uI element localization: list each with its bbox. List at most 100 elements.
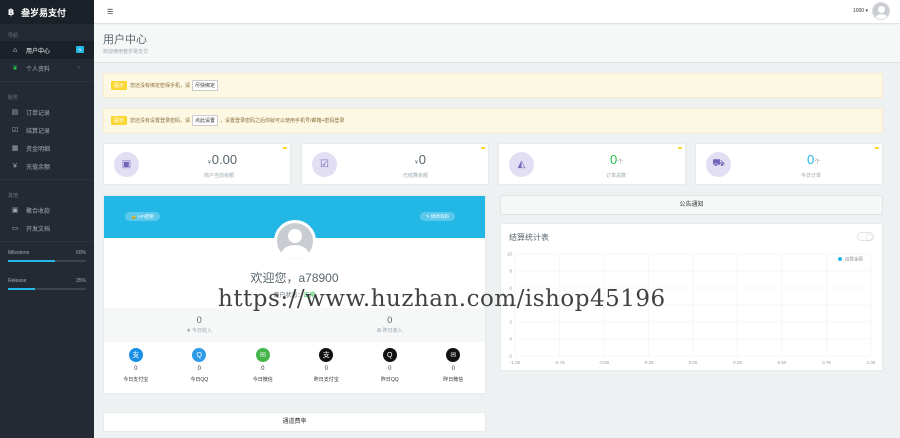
- payment-stat: ✉ 0 今日微信: [231, 348, 295, 394]
- payment-stat: Q 0 今日QQ: [168, 348, 232, 394]
- income-row: 0 ✚ 今日收入 0 ✪ 昨日收入: [104, 308, 485, 342]
- currency-symbol: ¥: [208, 160, 211, 166]
- list-icon: ▤: [11, 109, 19, 116]
- sidebar-item-label: 订单记录: [26, 110, 51, 117]
- sidebar-item-aggregate[interactable]: ▣ 聚合收款: [0, 201, 94, 219]
- sidebar-item-label: 充值余额: [26, 164, 51, 171]
- leaf-icon: ❦: [12, 65, 18, 72]
- stat-value: 0个: [610, 152, 623, 167]
- cart-icon: ⛟: [706, 152, 731, 177]
- payment-label: 昨日QQ: [380, 377, 399, 383]
- calendar-icon: ▦: [11, 145, 19, 152]
- page-subtitle: 欢迎使用叁岁易支付: [103, 49, 149, 55]
- stat-label: 订单总数: [606, 173, 627, 179]
- release-fill: [8, 288, 36, 290]
- payment-stat: Q 0 昨日QQ: [358, 348, 422, 394]
- sidebar-item-label: 结算记录: [26, 128, 51, 135]
- doc-icon: ▭: [11, 225, 19, 232]
- today-income-value: 0: [196, 315, 202, 325]
- x-tick-label: 0.25: [733, 360, 742, 365]
- brand[interactable]: ฿ 叁岁易支付: [0, 0, 94, 24]
- sidebar-item-label: 资金明细: [26, 146, 51, 153]
- brand-name: 叁岁易支付: [21, 7, 67, 18]
- sidebar: ฿ 叁岁易支付 导航 ⌂ 用户中心 N ❦ 个人资料 › 服务 ▤ 订单记录 ☑…: [0, 0, 94, 438]
- nav-section-label: 其他: [8, 193, 19, 199]
- new-badge: N: [76, 46, 84, 53]
- bind-phone-button[interactable]: 尽快绑定: [192, 80, 219, 91]
- corner-mark: [678, 147, 682, 149]
- x-tick-label: -1.00: [510, 360, 521, 365]
- milestone-pct: 60%: [75, 250, 86, 256]
- release-bar: [8, 288, 86, 290]
- sidebar-item-user-center[interactable]: ⌂ 用户中心 N: [0, 41, 94, 59]
- qq-icon: Q: [382, 348, 397, 362]
- payment-value: 0: [388, 366, 392, 372]
- api-key-button[interactable]: 🔒 API密钥: [125, 212, 160, 221]
- today-income: 0 ✚ 今日收入: [104, 308, 295, 342]
- y-tick-label: 8: [509, 269, 512, 274]
- payment-stats: 支 0 今日支付宝 Q 0 今日QQ ✉ 0 今日微信 支 0 昨日支付宝 Q 0 昨日QQ ✉ 0 昨日微信: [104, 348, 485, 394]
- alert-text: 您还没有设置登录密码，请: [130, 118, 191, 124]
- stat-unit: 个: [617, 160, 624, 166]
- sidebar-item-funds[interactable]: ▦ 资金明细: [0, 139, 94, 157]
- user-menu[interactable]: 1000 ▾: [853, 2, 890, 20]
- sidebar-item-profile[interactable]: ❦ 个人资料 ›: [0, 59, 94, 77]
- alert-tag: 提示: [111, 81, 128, 90]
- corner-mark: [875, 147, 879, 149]
- alert-text: 您还没有绑定密保手机，请: [130, 83, 191, 89]
- release-label: Release: [8, 278, 27, 284]
- chart-title: 结算统计表: [509, 233, 549, 242]
- sidebar-item-docs[interactable]: ▭ 开发文档: [0, 219, 94, 237]
- stat-label: 商户当前余额: [204, 173, 235, 179]
- area-chart-icon: ◭: [509, 152, 534, 177]
- stat-value: ¥0.00: [208, 152, 237, 167]
- x-tick-label: -0.50: [599, 360, 610, 365]
- x-tick-label: 0.50: [778, 360, 787, 365]
- welcome-text: 欢迎您，a78900: [250, 271, 339, 285]
- watermark-text: https://www.huzhan.com/ishop45196: [218, 286, 666, 312]
- chart-toggle[interactable]: [857, 232, 874, 241]
- avatar: [274, 220, 316, 262]
- yesterday-income-label: ✪ 昨日收入: [376, 328, 403, 334]
- sidebar-item-label: 用户中心: [26, 48, 51, 55]
- y-tick-label: 2: [509, 320, 512, 325]
- legend-label: 结算金额: [845, 256, 863, 263]
- legend-marker: [838, 257, 842, 261]
- alert-tag: 提示: [111, 116, 128, 125]
- payment-value: 0: [324, 366, 328, 372]
- stat-value: 0个: [807, 152, 820, 167]
- yesterday-income: 0 ✪ 昨日收入: [295, 308, 486, 342]
- payment-label: 昨日微信: [443, 377, 464, 383]
- channel-rate-button[interactable]: 通道费率: [103, 412, 486, 432]
- payment-stat: 支 0 今日支付宝: [104, 348, 168, 394]
- chevron-right-icon: ›: [78, 65, 80, 71]
- x-tick-label: -0.75: [554, 360, 565, 365]
- menu-toggle-icon[interactable]: ☰: [107, 8, 113, 16]
- page-title: 用户中心: [103, 34, 147, 46]
- divider: [0, 179, 94, 180]
- check-icon: ☑: [11, 127, 19, 134]
- stat-label: 今日订单: [801, 173, 822, 179]
- today-income-label: ✚ 今日收入: [186, 328, 213, 334]
- notice-header[interactable]: 公告通知: [500, 195, 883, 215]
- sidebar-item-label: 聚合收款: [26, 208, 51, 215]
- sidebar-item-label: 个人资料: [26, 66, 51, 73]
- currency-symbol: ¥: [415, 160, 418, 166]
- edit-profile-button[interactable]: ✎ 修改资料: [420, 212, 456, 221]
- stat-number: 0.00: [211, 152, 238, 167]
- set-password-button[interactable]: 点此设置: [192, 115, 219, 126]
- y-tick-label: 10: [507, 252, 513, 257]
- payment-label: 今日QQ: [190, 377, 209, 383]
- stat-card-balance: ▣ ¥0.00 商户当前余额: [103, 143, 291, 185]
- x-tick-label: 0.00: [689, 360, 698, 365]
- milestone-progress: Milestone 60%: [0, 246, 94, 266]
- avatar: [872, 2, 890, 20]
- alert-tail-text: ，设置登录密码之后你就可以使用手机号/邮箱+密码登录: [220, 118, 345, 124]
- sidebar-item-settlements[interactable]: ☑ 结算记录: [0, 121, 94, 139]
- payment-label: 今日支付宝: [123, 377, 149, 383]
- payment-label: 昨日支付宝: [313, 377, 339, 383]
- sidebar-item-recharge[interactable]: ¥ 充值余额: [0, 157, 94, 175]
- y-tick-label: 0: [509, 337, 512, 342]
- sidebar-item-orders[interactable]: ▤ 订单记录: [0, 103, 94, 121]
- alipay-icon: 支: [128, 348, 143, 362]
